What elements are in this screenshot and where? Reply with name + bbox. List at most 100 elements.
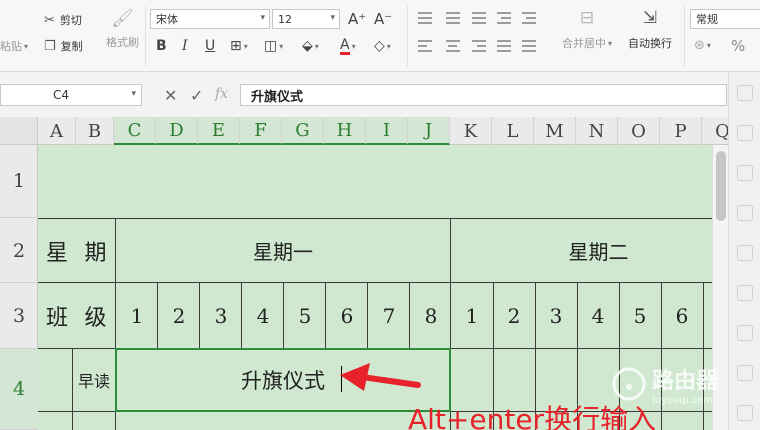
- font-size-value: 12: [278, 12, 292, 26]
- clear-format-button[interactable]: ◇ ▾: [374, 38, 391, 54]
- merge-center-button[interactable]: ⊟ 合并居中 ▾: [562, 10, 612, 51]
- confirm-icon[interactable]: ✓: [190, 86, 203, 105]
- column-header-k[interactable]: K: [450, 117, 492, 145]
- fill-color-button[interactable]: ⬙ ▾: [302, 38, 319, 54]
- wrap-text-button[interactable]: ⇲ 自动换行: [628, 10, 672, 51]
- period-cell-tuesday[interactable]: 4: [577, 283, 619, 348]
- period-cell-tuesday[interactable]: 3: [535, 283, 577, 348]
- panel-tool-icon[interactable]: [737, 285, 753, 301]
- merged-cell-tuesday[interactable]: 星期二: [451, 219, 728, 282]
- row-header-4[interactable]: 4: [0, 349, 38, 430]
- merged-cell-monday[interactable]: 星期一: [116, 219, 450, 282]
- column-header-b[interactable]: B: [76, 117, 114, 145]
- grow-font-button[interactable]: A⁺: [348, 10, 366, 28]
- justify-icon[interactable]: [497, 40, 511, 52]
- format-painter-button[interactable]: 🖌 格式刷: [106, 10, 139, 50]
- column-header-g[interactable]: G: [282, 117, 324, 145]
- panel-tool-icon[interactable]: [737, 125, 753, 141]
- period-cell-monday[interactable]: 8: [410, 283, 452, 348]
- bold-icon: B: [156, 38, 167, 54]
- period-cell-tuesday[interactable]: 2: [493, 283, 535, 348]
- period-cell-tuesday[interactable]: 1: [451, 283, 493, 348]
- column-header-l[interactable]: L: [492, 117, 534, 145]
- align-top-icon[interactable]: [418, 12, 432, 24]
- panel-tool-icon[interactable]: [737, 85, 753, 101]
- cell-a3[interactable]: 班: [38, 283, 76, 348]
- period-cell-monday[interactable]: 7: [368, 283, 410, 348]
- period-cell-monday[interactable]: 1: [116, 283, 158, 348]
- chevron-down-icon: ▾: [279, 41, 284, 51]
- panel-tool-icon[interactable]: [737, 365, 753, 381]
- period-cell-monday[interactable]: 5: [284, 283, 326, 348]
- period-cell-monday[interactable]: 2: [158, 283, 200, 348]
- copy-button[interactable]: ❐ 复制: [44, 38, 83, 54]
- column-header-h[interactable]: H: [324, 117, 366, 145]
- row-header-3[interactable]: 3: [0, 283, 38, 349]
- scrollbar-thumb[interactable]: [716, 151, 726, 221]
- panel-tool-icon[interactable]: [737, 325, 753, 341]
- borders-button[interactable]: ⊞ ▾: [230, 38, 248, 54]
- font-size-select[interactable]: 12 ▾: [272, 9, 340, 29]
- cut-button[interactable]: ✂ 剪切: [44, 12, 82, 28]
- column-header-c[interactable]: C: [114, 117, 156, 145]
- period-cell-monday[interactable]: 3: [200, 283, 242, 348]
- percent-button[interactable]: %: [731, 37, 745, 55]
- panel-tool-icon[interactable]: [737, 405, 753, 421]
- currency-button[interactable]: ⊛ ▾: [694, 38, 711, 53]
- bold-button[interactable]: B: [156, 38, 167, 54]
- name-box[interactable]: C4 ▾: [0, 84, 142, 106]
- align-left-icon[interactable]: [418, 40, 432, 52]
- number-format-select[interactable]: 常规: [690, 9, 760, 29]
- align-bottom-icon[interactable]: [472, 12, 486, 24]
- font-name-value: 宋体: [156, 13, 178, 26]
- column-header-e[interactable]: E: [198, 117, 240, 145]
- row-header-1[interactable]: 1: [0, 145, 38, 218]
- cell-style-button[interactable]: ◫ ▾: [264, 38, 283, 54]
- formula-input[interactable]: 升旗仪式: [240, 84, 727, 106]
- cell-b4[interactable]: 早读: [73, 349, 115, 411]
- row-header-2[interactable]: 2: [0, 219, 38, 283]
- row-header-bar: 1234: [0, 145, 38, 430]
- column-header-f[interactable]: F: [240, 117, 282, 145]
- decrease-indent-icon[interactable]: [497, 12, 511, 24]
- period-cell-monday[interactable]: 6: [326, 283, 368, 348]
- panel-tool-icon[interactable]: [737, 165, 753, 181]
- font-name-select[interactable]: 宋体 ▾: [150, 9, 270, 29]
- column-header-d[interactable]: D: [156, 117, 198, 145]
- increase-indent-icon[interactable]: [522, 12, 536, 24]
- font-color-icon: A: [340, 37, 350, 55]
- shrink-font-icon: A⁻: [374, 10, 393, 28]
- cell-b3[interactable]: 级: [76, 283, 115, 348]
- watermark-title: 路由器: [652, 368, 719, 394]
- column-header-j[interactable]: J: [408, 117, 450, 145]
- column-header-m[interactable]: M: [534, 117, 576, 145]
- column-header-p[interactable]: P: [660, 117, 702, 145]
- column-header-i[interactable]: I: [366, 117, 408, 145]
- panel-tool-icon[interactable]: [737, 205, 753, 221]
- period-cell-tuesday[interactable]: 6: [661, 283, 703, 348]
- cell-b2[interactable]: 期: [76, 219, 115, 282]
- column-header-n[interactable]: N: [576, 117, 618, 145]
- shrink-font-button[interactable]: A⁻: [374, 10, 392, 28]
- chevron-down-icon: ▾: [260, 13, 265, 23]
- column-header-o[interactable]: O: [618, 117, 660, 145]
- panel-tool-icon[interactable]: [737, 245, 753, 261]
- italic-button[interactable]: I: [182, 38, 188, 54]
- distributed-icon[interactable]: [522, 40, 536, 52]
- font-color-button[interactable]: A ▾: [340, 38, 356, 55]
- underline-button[interactable]: U: [205, 38, 215, 54]
- currency-icon: ⊛: [694, 38, 705, 53]
- select-all-corner[interactable]: [0, 117, 38, 145]
- router-logo-icon: [612, 367, 646, 401]
- align-right-icon[interactable]: [472, 40, 486, 52]
- fx-icon[interactable]: fx: [215, 86, 228, 102]
- cell-a2[interactable]: 星: [38, 219, 76, 282]
- column-header-a[interactable]: A: [38, 117, 76, 145]
- align-center-icon[interactable]: [446, 40, 460, 52]
- period-cell-tuesday[interactable]: 5: [619, 283, 661, 348]
- cancel-icon[interactable]: ✕: [164, 86, 177, 105]
- column-header-q[interactable]: Q: [702, 117, 728, 145]
- align-middle-icon[interactable]: [446, 12, 460, 24]
- period-cell-monday[interactable]: 4: [242, 283, 284, 348]
- paste-button[interactable]: 粘贴 ▾: [0, 38, 28, 54]
